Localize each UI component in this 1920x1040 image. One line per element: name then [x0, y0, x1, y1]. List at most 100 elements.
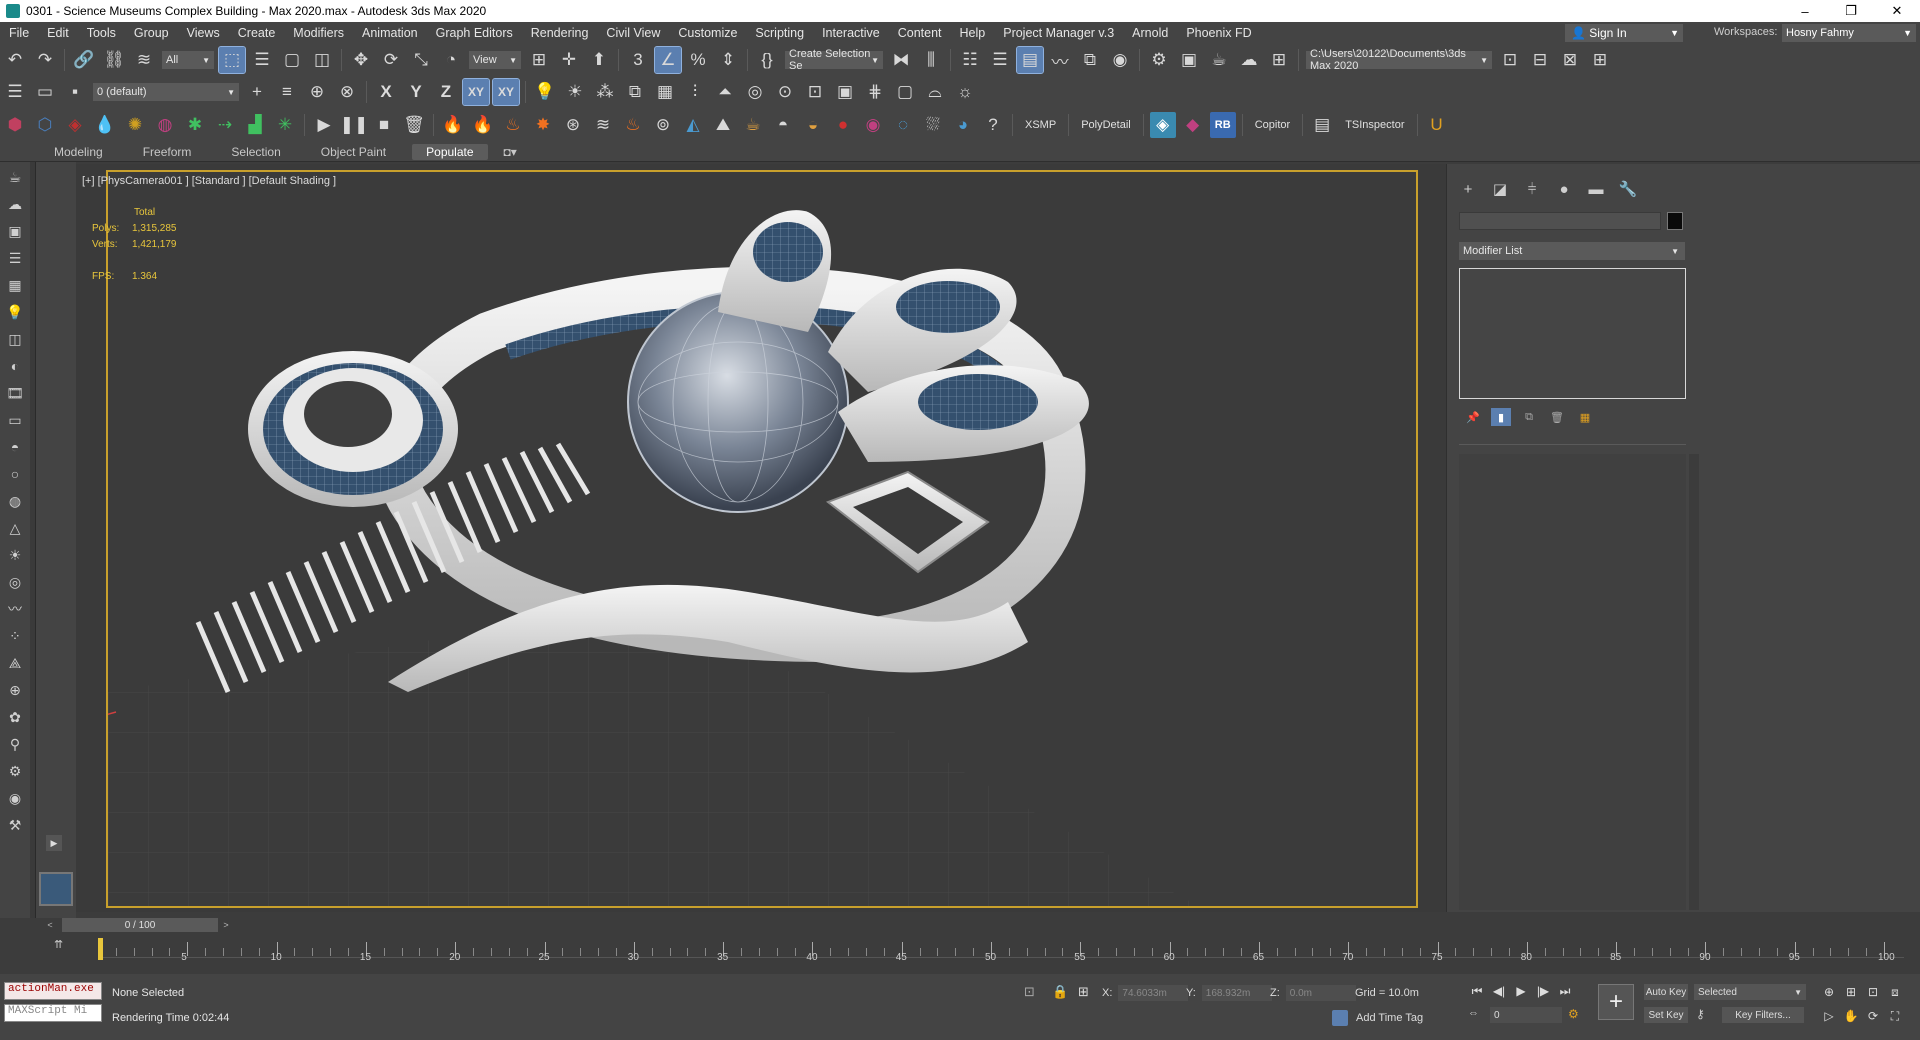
move-icon[interactable]: ✥ [348, 47, 374, 73]
plugin-cube-icon[interactable]: ◈ [1149, 112, 1176, 138]
torus-icon[interactable]: ◎ [2, 570, 28, 594]
settings-icon[interactable]: ⚒ [2, 813, 28, 837]
zoom-extents-icon[interactable]: ⊡ [1862, 982, 1884, 1002]
add-time-tag[interactable]: Add Time Tag [1332, 1010, 1423, 1026]
display-tab-icon[interactable]: ▬ [1583, 178, 1609, 200]
selection-lock-icon[interactable]: 🔒 [1052, 984, 1068, 1000]
box-icon[interactable]: ▭ [2, 408, 28, 432]
phoenix-splash-icon[interactable]: ◉ [860, 112, 886, 138]
remove-modifier-icon[interactable]: 🗑 [1547, 408, 1567, 426]
auto-key-button[interactable]: Auto Key [1644, 984, 1688, 1000]
track-bar[interactable]: ⇈ 5 10 15 20 25 30 35 40 45 50 55 60 65 70 75 80 85 90 95 1… [36, 934, 1920, 974]
primitive-cube-icon[interactable]: ⬡ [32, 112, 58, 138]
particle-icon[interactable]: ◍ [152, 112, 178, 138]
xsmp-button[interactable]: XSMP [1017, 119, 1064, 131]
scatter-icon[interactable]: ⇢ [212, 112, 238, 138]
render-shortcuts-icon[interactable]: ⊞ [1266, 47, 1292, 73]
align-camera-icon[interactable]: ◎ [742, 79, 768, 105]
material-editor-icon[interactable]: ◉ [1107, 47, 1133, 73]
place-icon[interactable]: ◔ [438, 47, 464, 73]
water-drop-icon[interactable]: 💧 [92, 112, 118, 138]
time-config-gear-icon[interactable]: ⚙ [1568, 1007, 1579, 1021]
stop-icon[interactable]: ■ [371, 112, 397, 138]
gear-icon[interactable]: ⚙ [2, 759, 28, 783]
pause-icon[interactable]: ❚❚ [340, 112, 369, 138]
phoenix-smoke-icon[interactable]: 🔥 [470, 112, 496, 138]
phoenix-liquid-icon[interactable]: ♨ [500, 112, 526, 138]
ribbon-options-icon[interactable]: ◘▾ [500, 144, 521, 160]
teapot-icon[interactable]: ☕ [2, 165, 28, 189]
field-of-view-icon[interactable]: ▷ [1818, 1006, 1840, 1026]
motion-tab-icon[interactable]: ● [1551, 178, 1577, 200]
redo-icon[interactable]: ↷ [32, 47, 58, 73]
plugin-gem-icon[interactable]: ◆ [1180, 112, 1206, 138]
phoenix-sea-icon[interactable]: ◕ [950, 112, 976, 138]
phoenix-ocean-icon[interactable]: ◭ [680, 112, 706, 138]
menu-civil-view[interactable]: Civil View [597, 26, 669, 40]
dolly-icon[interactable]: ◐ [2, 354, 28, 378]
project-settings-icon[interactable]: ⊞ [1587, 47, 1613, 73]
phoenix-cup-icon[interactable]: ◓ [770, 112, 796, 138]
play-icon[interactable]: ▶ [1510, 982, 1532, 1000]
menu-rendering[interactable]: Rendering [522, 26, 598, 40]
show-end-result-icon[interactable]: ▮ [1491, 408, 1511, 426]
phoenix-candle-icon[interactable]: ♨ [620, 112, 646, 138]
primitive-box-icon[interactable]: ⬢ [2, 112, 28, 138]
expand-layout-icon[interactable]: ▶ [46, 835, 62, 851]
rb-button[interactable]: RB [1209, 112, 1236, 138]
phoenix-wind-icon[interactable]: ≋ [590, 112, 616, 138]
snapshot-icon[interactable]: ⧉ [622, 79, 648, 105]
sun-icon[interactable]: ☀ [2, 543, 28, 567]
sign-in-dropdown[interactable]: 👤 Sign In ▼ [1565, 24, 1683, 42]
reference-coordinate-select[interactable]: View ▼ [469, 51, 521, 69]
key-mode-select[interactable]: Selected ▼ [1694, 984, 1806, 1000]
schematic-view-icon[interactable]: ⧉ [1077, 47, 1103, 73]
menu-tools[interactable]: Tools [78, 26, 125, 40]
key-filters-button[interactable]: Key Filters... [1722, 1007, 1804, 1023]
isolate-selection-icon[interactable]: ⊡ [1024, 984, 1035, 1000]
tab-freeform[interactable]: Freeform [129, 144, 206, 160]
menu-customize[interactable]: Customize [669, 26, 746, 40]
polydetail-button[interactable]: PolyDetail [1073, 119, 1139, 131]
go-to-end-icon[interactable]: ⏭ [1554, 982, 1576, 1000]
select-layer-objects-icon[interactable]: ⊗ [334, 79, 360, 105]
align-view-icon[interactable]: ⊙ [772, 79, 798, 105]
layer-explorer-icon[interactable]: ☰ [987, 47, 1013, 73]
menu-group[interactable]: Group [125, 26, 178, 40]
pivot-center-icon[interactable]: ⊞ [526, 47, 552, 73]
walk-icon[interactable]: ⚲ [2, 732, 28, 756]
render-production-icon[interactable]: ☕ [1206, 47, 1232, 73]
minimize-button[interactable]: – [1782, 0, 1828, 22]
coord-x-field[interactable]: 74.6033m [1118, 985, 1189, 1001]
render-setup-icon[interactable]: ⚙ [1146, 47, 1172, 73]
percent-snap-icon[interactable]: % [685, 47, 711, 73]
select-by-name-icon[interactable]: ☰ [249, 47, 275, 73]
render-in-cloud-icon[interactable]: ☁ [1236, 47, 1262, 73]
menu-content[interactable]: Content [889, 26, 951, 40]
modifier-list-dropdown[interactable]: Modifier List ▼ [1459, 242, 1685, 260]
utilities-tab-icon[interactable]: 🔧 [1615, 178, 1641, 200]
hemisphere-icon[interactable]: ◓ [2, 435, 28, 459]
coord-y-field[interactable]: 168.932m [1201, 985, 1272, 1001]
menu-arnold[interactable]: Arnold [1123, 26, 1177, 40]
film-icon[interactable]: 🎞 [2, 381, 28, 405]
menu-animation[interactable]: Animation [353, 26, 427, 40]
menu-project-manager[interactable]: Project Manager v.3 [994, 26, 1123, 40]
camera-icon[interactable]: ◫ [2, 327, 28, 351]
snaps-toggle-icon[interactable]: 3 [625, 47, 651, 73]
perspective-viewport[interactable] [106, 170, 1418, 908]
menu-scripting[interactable]: Scripting [746, 26, 813, 40]
phoenix-fire-icon[interactable]: 🔥 [440, 112, 466, 138]
make-unique-icon[interactable]: ⧉ [1519, 408, 1539, 426]
selection-filter-select[interactable]: All ▼ [162, 51, 214, 69]
terrain-icon[interactable]: ▟ [242, 112, 268, 138]
geosphere-icon[interactable]: ◍ [2, 489, 28, 513]
project-folder-select[interactable]: C:\Users\20122\Documents\3ds Max 2020 ▼ [1306, 48, 1492, 72]
rendered-frame-window-icon[interactable]: ▣ [1176, 47, 1202, 73]
rectangular-selection-icon[interactable]: ▢ [279, 47, 305, 73]
select-manipulate-icon[interactable]: ✛ [556, 47, 582, 73]
menu-views[interactable]: Views [178, 26, 229, 40]
maxscript-listener-output[interactable]: actionMan.exe [4, 982, 102, 1000]
mirror-icon[interactable]: ⧓ [888, 47, 914, 73]
axis-xy-button[interactable]: XY [462, 78, 490, 106]
